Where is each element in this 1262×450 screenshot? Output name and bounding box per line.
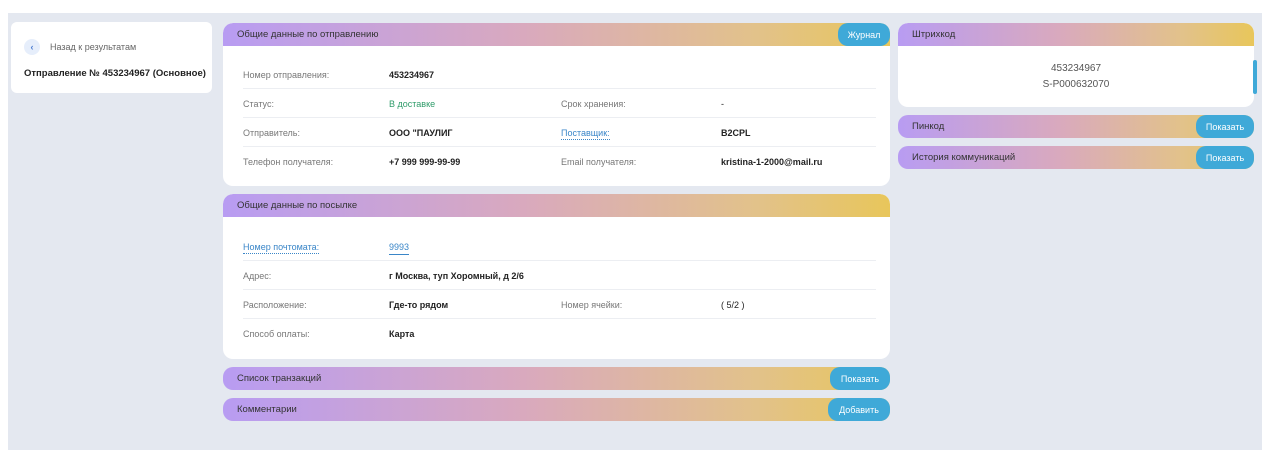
show-history-button[interactable]: Показать	[1196, 146, 1254, 169]
sender-label: Отправитель:	[243, 128, 300, 138]
storage-label: Срок хранения:	[561, 99, 626, 109]
chevron-left-icon[interactable]: ‹	[24, 39, 40, 55]
comments-bar: Комментарии Добавить	[223, 398, 890, 421]
parcel-panel-header: Общие данные по посылке	[223, 194, 890, 217]
barcode-number: 453234967	[1050, 63, 1102, 74]
shipment-row-status: Статус: В доставке Срок хранения: -	[243, 89, 876, 118]
shipment-title: Отправление № 453234967 (Основное)	[24, 68, 206, 79]
show-pincode-button[interactable]: Показать	[1196, 115, 1254, 138]
postamat-value-link[interactable]: 9993	[389, 242, 410, 255]
number-value: 453234967	[389, 70, 435, 80]
back-to-results-link[interactable]: ‹ Назад к результатам	[24, 39, 136, 55]
history-bar: История коммуникаций Показать	[898, 146, 1254, 169]
parcel-row-address: Адрес: г Москва, туп Хоромный, д 2/6	[243, 261, 876, 290]
phone-value: +7 999 999-99-99	[389, 157, 461, 167]
address-value: г Москва, туп Хоромный, д 2/6	[389, 271, 524, 281]
barcode-title: Штрихкод	[912, 29, 956, 40]
journal-button[interactable]: Журнал	[838, 23, 890, 46]
pincode-bar: Пинкод Показать	[898, 115, 1254, 138]
cell-number-value: ( 5/2 )	[721, 300, 745, 310]
status-value: В доставке	[389, 99, 436, 109]
shipment-panel-header: Общие данные по отправлению Журнал	[223, 23, 890, 46]
shipment-panel-title: Общие данные по отправлению	[237, 29, 379, 40]
storage-value: -	[721, 99, 724, 109]
comments-title: Комментарии	[237, 404, 297, 415]
barcode-panel: Штрихкод 453234967 S-P000632070	[898, 23, 1254, 107]
barcode-code: S-P000632070	[1042, 79, 1110, 90]
payment-label: Способ оплаты:	[243, 329, 310, 339]
parcel-panel: Общие данные по посылке Номер почтомата:…	[223, 194, 890, 359]
number-label: Номер отправления:	[243, 70, 330, 80]
phone-label: Телефон получателя:	[243, 157, 334, 167]
add-comment-button[interactable]: Добавить	[828, 398, 890, 421]
transactions-bar: Список транзакций Показать	[223, 367, 890, 390]
email-label: Email получателя:	[561, 157, 637, 167]
transactions-title: Список транзакций	[237, 373, 322, 384]
parcel-row-location: Расположение: Где-то рядом Номер ячейки:…	[243, 290, 876, 319]
barcode-values: 453234967 S-P000632070	[898, 61, 1254, 93]
location-value: Где-то рядом	[389, 300, 449, 310]
barcode-panel-header: Штрихкод	[898, 23, 1254, 46]
sender-value: ООО "ПАУЛИГ	[389, 128, 453, 138]
parcel-row-postamat: Номер почтомата: 9993	[243, 232, 876, 261]
location-label: Расположение:	[243, 300, 307, 310]
shipment-panel: Общие данные по отправлению Журнал Номер…	[223, 23, 890, 186]
history-title: История коммуникаций	[912, 152, 1016, 163]
status-label: Статус:	[243, 99, 274, 109]
cell-number-label: Номер ячейки:	[561, 300, 623, 310]
pincode-title: Пинкод	[912, 121, 945, 132]
shipment-row-contacts: Телефон получателя: +7 999 999-99-99 Ema…	[243, 147, 876, 176]
shipment-row-sender: Отправитель: ООО "ПАУЛИГ Поставщик: B2CP…	[243, 118, 876, 147]
navigation-card: ‹ Назад к результатам Отправление № 4532…	[11, 22, 212, 93]
supplier-link[interactable]: Поставщик:	[561, 128, 610, 140]
email-value: kristina-1-2000@mail.ru	[721, 157, 823, 167]
payment-value: Карта	[389, 329, 415, 339]
back-label[interactable]: Назад к результатам	[50, 42, 136, 52]
show-transactions-button[interactable]: Показать	[830, 367, 890, 390]
barcode-side-tab[interactable]	[1253, 60, 1257, 94]
shipment-row-number: Номер отправления: 453234967	[243, 60, 876, 89]
supplier-value: B2CPL	[721, 128, 751, 138]
parcel-panel-title: Общие данные по посылке	[237, 200, 358, 211]
address-label: Адрес:	[243, 271, 272, 281]
postamat-link[interactable]: Номер почтомата:	[243, 242, 320, 254]
parcel-row-payment: Способ оплаты: Карта	[243, 319, 876, 348]
